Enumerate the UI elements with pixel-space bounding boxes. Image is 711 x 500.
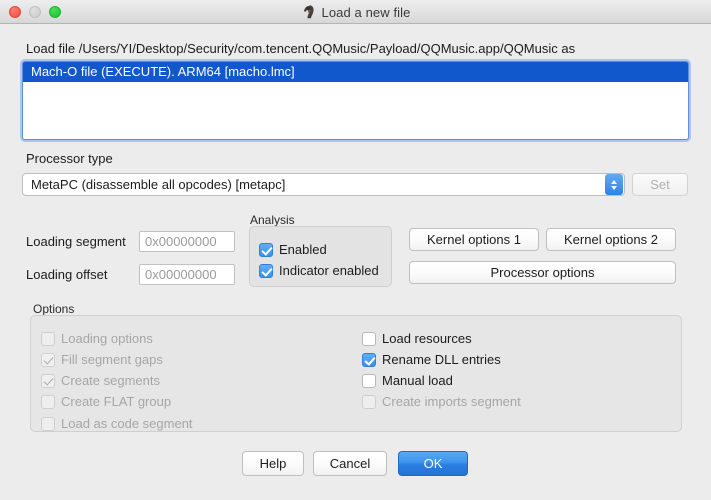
checkbox-analysis-enabled[interactable]: Enabled <box>259 242 327 257</box>
checkbox-label: Loading options <box>61 331 153 346</box>
processor-type-select[interactable]: MetaPC (disassemble all opcodes) [metapc… <box>22 173 625 196</box>
checkbox-label: Indicator enabled <box>279 263 379 278</box>
help-button[interactable]: Help <box>242 451 304 476</box>
checkbox-create-segments[interactable]: Create segments <box>41 373 160 388</box>
checkbox-label: Load as code segment <box>61 416 193 431</box>
checkbox-box <box>41 374 55 388</box>
checkbox-label: Load resources <box>382 331 472 346</box>
list-item[interactable]: Mach-O file (EXECUTE). ARM64 [macho.lmc] <box>23 62 688 82</box>
checkbox-analysis-indicator-enabled[interactable]: Indicator enabled <box>259 263 379 278</box>
load-file-label: Load file /Users/YI/Desktop/Security/com… <box>26 41 575 56</box>
window-title-group: Load a new file <box>0 0 711 24</box>
checkbox-label: Create FLAT group <box>61 394 171 409</box>
checkbox-box <box>41 417 55 431</box>
window-titlebar: Load a new file <box>0 0 711 24</box>
processor-options-button[interactable]: Processor options <box>409 261 676 284</box>
loading-segment-label: Loading segment <box>26 234 126 249</box>
set-processor-button[interactable]: Set <box>632 173 688 196</box>
checkbox-label: Enabled <box>279 242 327 257</box>
kernel-options-1-button[interactable]: Kernel options 1 <box>409 228 539 251</box>
checkbox-manual-load[interactable]: Manual load <box>362 373 453 388</box>
processor-type-label: Processor type <box>26 151 113 166</box>
checkbox-box <box>41 332 55 346</box>
checkbox-label: Create segments <box>61 373 160 388</box>
minimize-button[interactable] <box>29 6 41 18</box>
checkbox-label: Rename DLL entries <box>382 352 501 367</box>
loading-segment-input[interactable]: 0x00000000 <box>139 231 235 252</box>
checkbox-box <box>362 374 376 388</box>
cancel-button[interactable]: Cancel <box>313 451 387 476</box>
options-group-label: Options <box>33 302 74 316</box>
checkbox-box <box>362 395 376 409</box>
window-title: Load a new file <box>322 5 411 20</box>
chevron-updown-icon[interactable] <box>605 174 623 195</box>
checkbox-box <box>41 395 55 409</box>
checkbox-box <box>41 353 55 367</box>
checkbox-box <box>362 332 376 346</box>
ok-button[interactable]: OK <box>398 451 468 476</box>
checkbox-label: Manual load <box>382 373 453 388</box>
checkbox-fill-segment-gaps[interactable]: Fill segment gaps <box>41 352 163 367</box>
checkbox-create-flat-group[interactable]: Create FLAT group <box>41 394 171 409</box>
checkbox-box <box>259 243 273 257</box>
checkbox-label: Create imports segment <box>382 394 521 409</box>
ida-logo-icon <box>301 4 317 20</box>
checkbox-box <box>259 264 273 278</box>
analysis-group-label: Analysis <box>250 213 295 227</box>
file-format-listbox[interactable]: Mach-O file (EXECUTE). ARM64 [macho.lmc] <box>22 61 689 140</box>
checkbox-loading-options[interactable]: Loading options <box>41 331 153 346</box>
processor-type-value: MetaPC (disassemble all opcodes) [metapc… <box>23 177 605 192</box>
checkbox-box <box>362 353 376 367</box>
loading-offset-label: Loading offset <box>26 267 107 282</box>
checkbox-label: Fill segment gaps <box>61 352 163 367</box>
window-controls <box>9 6 61 18</box>
close-button[interactable] <box>9 6 21 18</box>
checkbox-load-resources[interactable]: Load resources <box>362 331 472 346</box>
maximize-button[interactable] <box>49 6 61 18</box>
checkbox-rename-dll-entries[interactable]: Rename DLL entries <box>362 352 501 367</box>
checkbox-load-as-code-segment[interactable]: Load as code segment <box>41 416 193 431</box>
checkbox-create-imports-segment[interactable]: Create imports segment <box>362 394 521 409</box>
kernel-options-2-button[interactable]: Kernel options 2 <box>546 228 676 251</box>
loading-offset-input[interactable]: 0x00000000 <box>139 264 235 285</box>
